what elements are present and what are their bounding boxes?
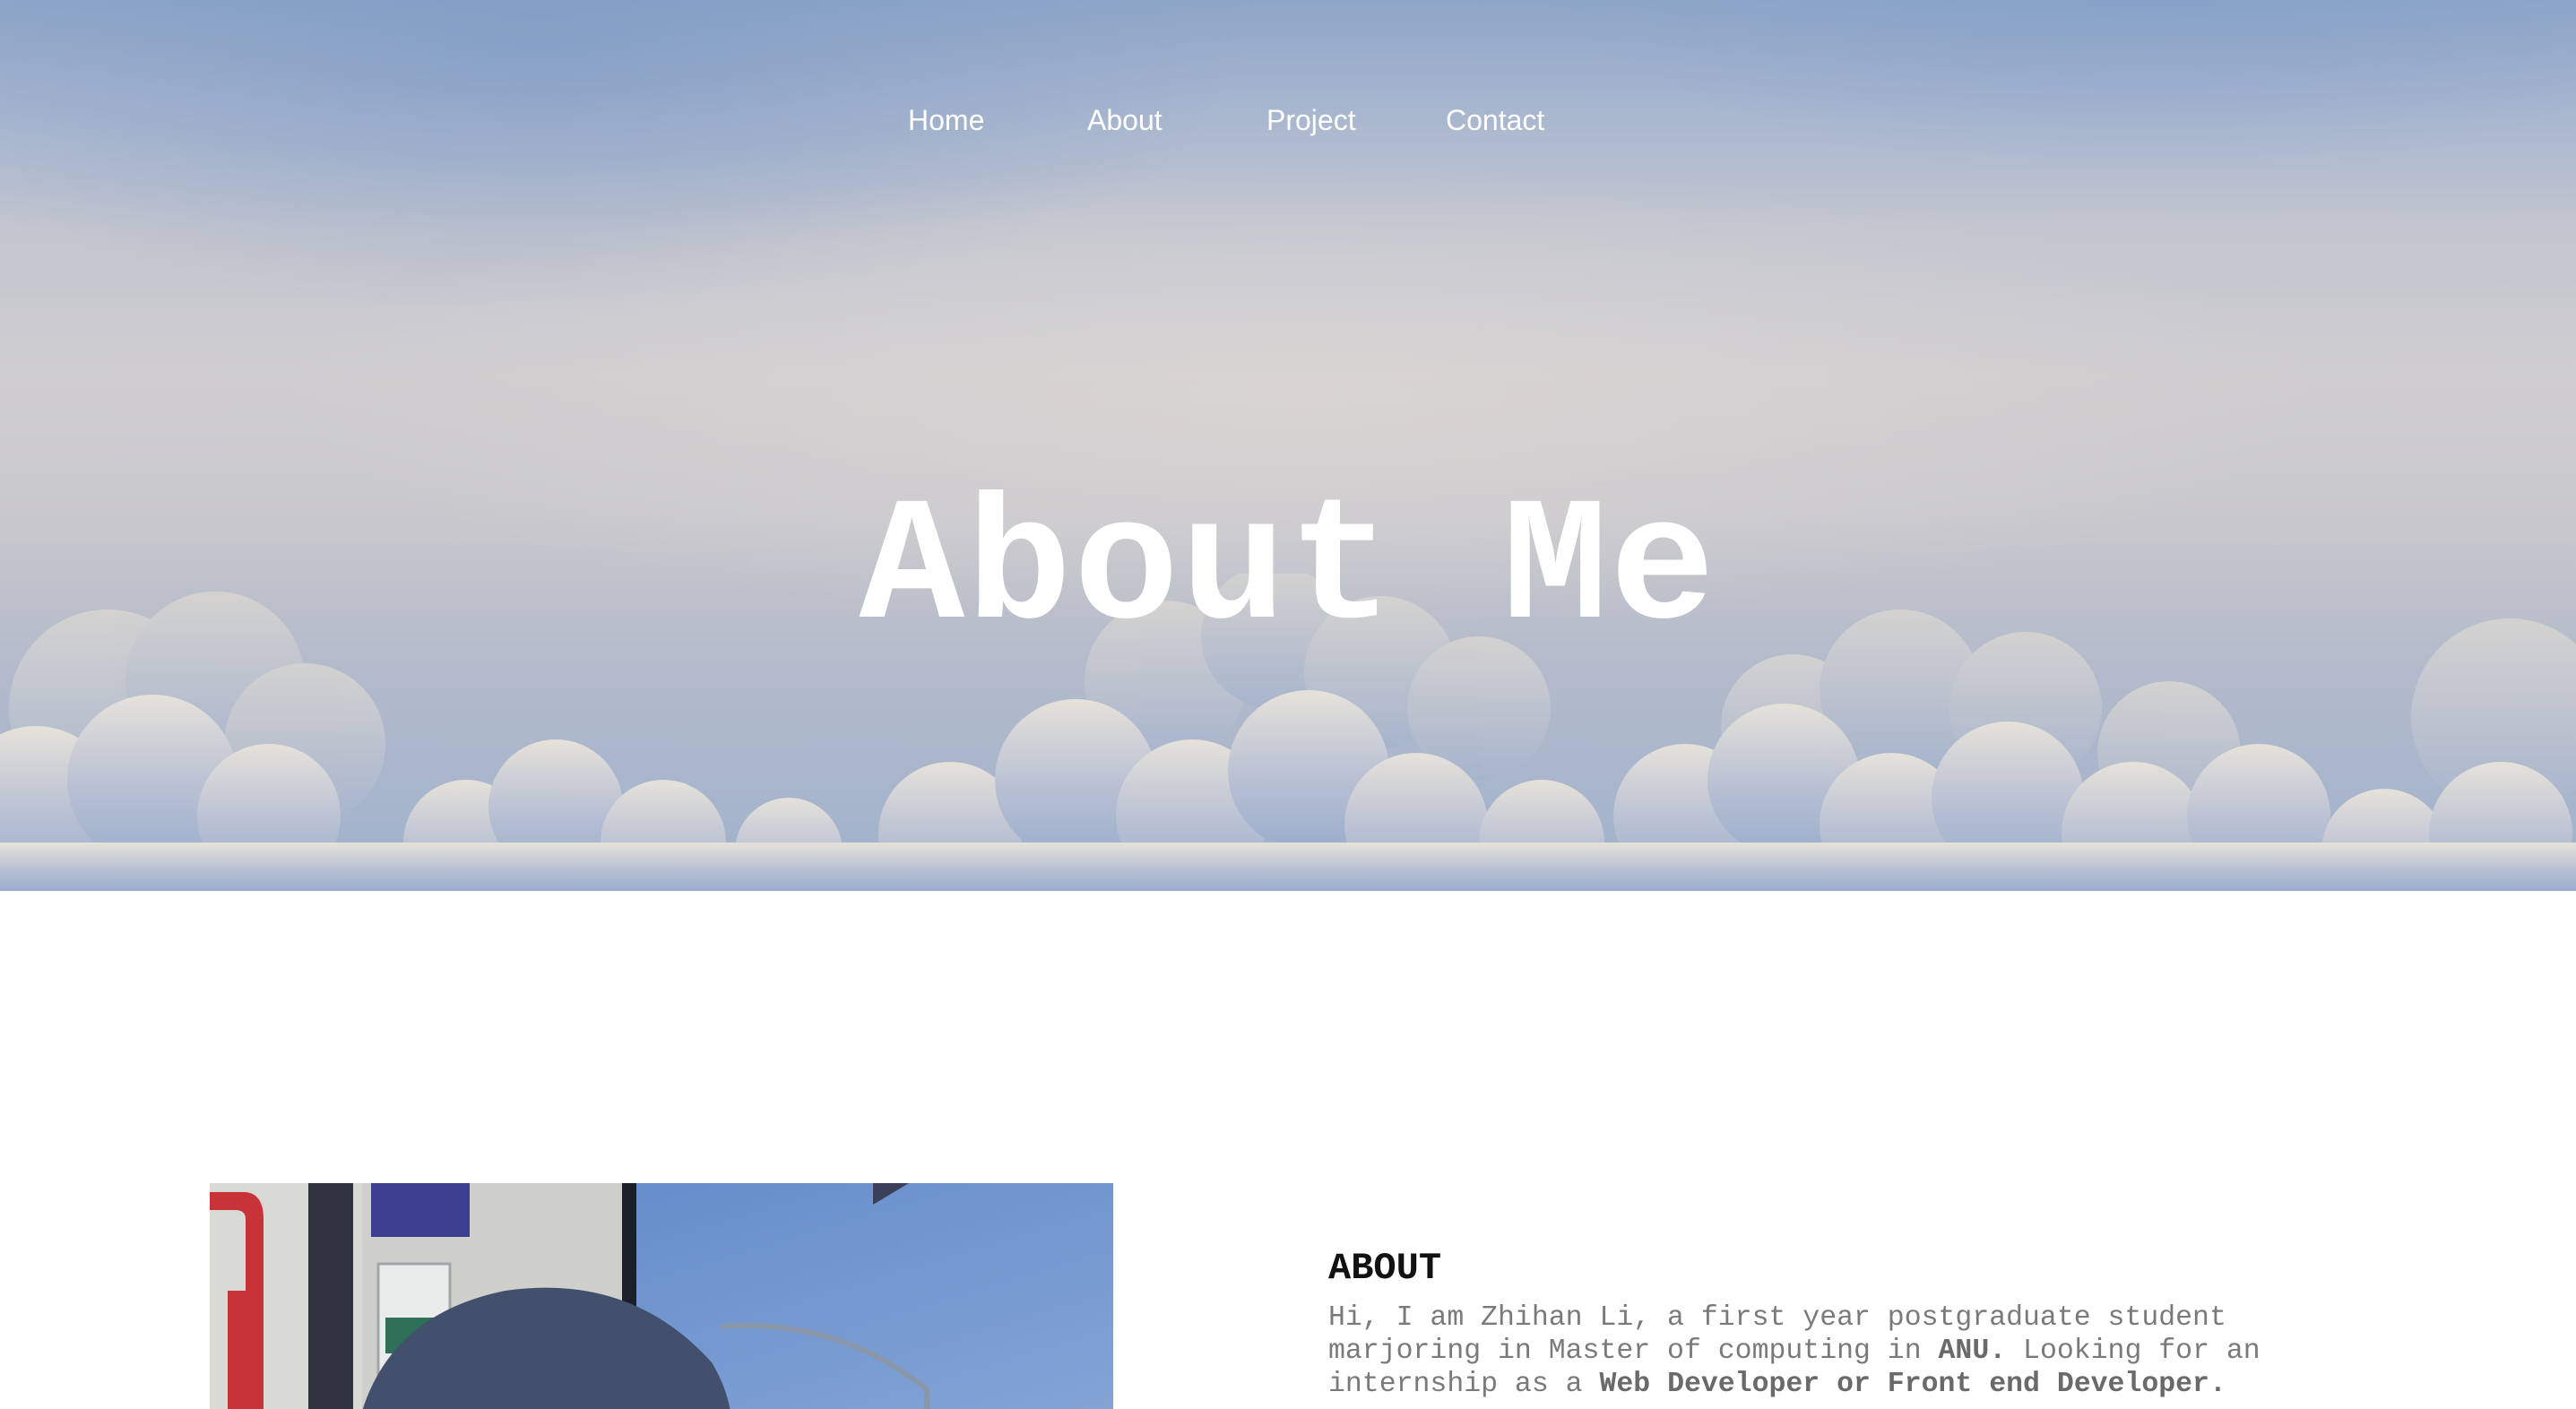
nav-link-contact[interactable]: Contact: [1446, 100, 1544, 140]
sky-gradient-right: [1524, 0, 2576, 179]
about-text-university: ANU.: [1938, 1336, 2007, 1367]
about-description: Hi, I am Zhihan Li, a first year postgra…: [1328, 1301, 2386, 1401]
about-text-role: Web Developer or Front end Developer.: [1599, 1369, 2226, 1400]
about-heading: ABOUT: [1328, 1247, 1442, 1290]
hero-banner: Home About Project Contact About Me: [0, 0, 2576, 891]
main-nav: Home About Project Contact: [0, 100, 2576, 143]
profile-photo: [210, 1183, 1113, 1409]
nav-link-about[interactable]: About: [1087, 100, 1163, 140]
about-section: ABOUT Hi, I am Zhihan Li, a first year p…: [1328, 1244, 2386, 1401]
profile-photo-image: [210, 1183, 1113, 1409]
nav-link-project[interactable]: Project: [1266, 100, 1356, 140]
nav-link-home[interactable]: Home: [908, 100, 984, 140]
hero-title: About Me: [859, 471, 1717, 670]
page: Home About Project Contact About Me ABOU…: [0, 0, 2576, 1409]
